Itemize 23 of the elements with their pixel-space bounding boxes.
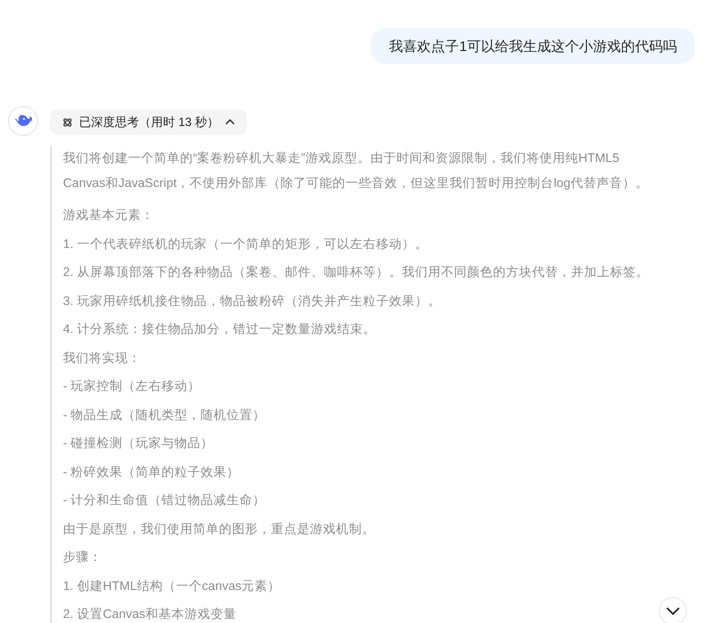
atom-icon [62,116,73,128]
thought-paragraph: 4. 计分系统：接住物品加分，错过一定数量游戏结束。 [63,321,377,338]
chevron-down-icon [666,607,680,615]
user-message: 我喜欢点子1可以给我生成这个小游戏的代码吗 [371,28,695,64]
thought-paragraph: 我们将实现： [63,350,142,366]
thought-paragraph: - 物品生成（随机类型，随机位置） [63,406,267,424]
thought-paragraph: - 碰撞检测（玩家与物品） [63,435,215,452]
thought-paragraph: 3. 玩家用碎纸机接住物品，物品被粉碎（消失并产生粒子效果）。 [63,292,442,310]
scroll-down-button[interactable] [659,597,687,623]
thought-paragraph: 1. 一个代表碎纸机的玩家（一个简单的矩形，可以左右移动）。 [63,236,429,252]
thought-paragraph: - 计分和生命值（错过物品减生命） [63,492,267,509]
thought-paragraph: 1. 创建HTML结构（一个canvas元素） [63,578,282,594]
thought-paragraph: 由于是原型，我们使用简单的图形，重点是游戏机制。 [63,520,376,538]
thought-paragraph: - 玩家控制（左右移动） [63,378,202,395]
thought-paragraph: 2. 设置Canvas和基本游戏变量 [63,606,238,623]
thinking-toggle[interactable]: 已深度思考（用时 13 秒） [50,109,248,135]
thought-paragraph: - 粉碎效果（简单的粒子效果） [63,464,241,480]
whale-icon [13,113,33,129]
chevron-icon [225,119,236,125]
thought-paragraph: 我们将创建一个简单的“案卷粉碎机大暴走”游戏原型。由于时间和资源限制，我们将使用纯HTML5 Canvas和JavaScript，不使用外部库（除了可能的一些音效，但这里我们暂时用控制台log代替声音）。 [63,150,650,192]
thought-paragraph: 步骤： [63,549,103,566]
thought-paragraph: 2. 从屏幕顶部落下的各种物品（案卷、邮件、咖啡杯等）。我们用不同颜色的方块代替，并加上标签。 [63,264,650,281]
thought-paragraph: 游戏基本元素： [63,207,155,224]
